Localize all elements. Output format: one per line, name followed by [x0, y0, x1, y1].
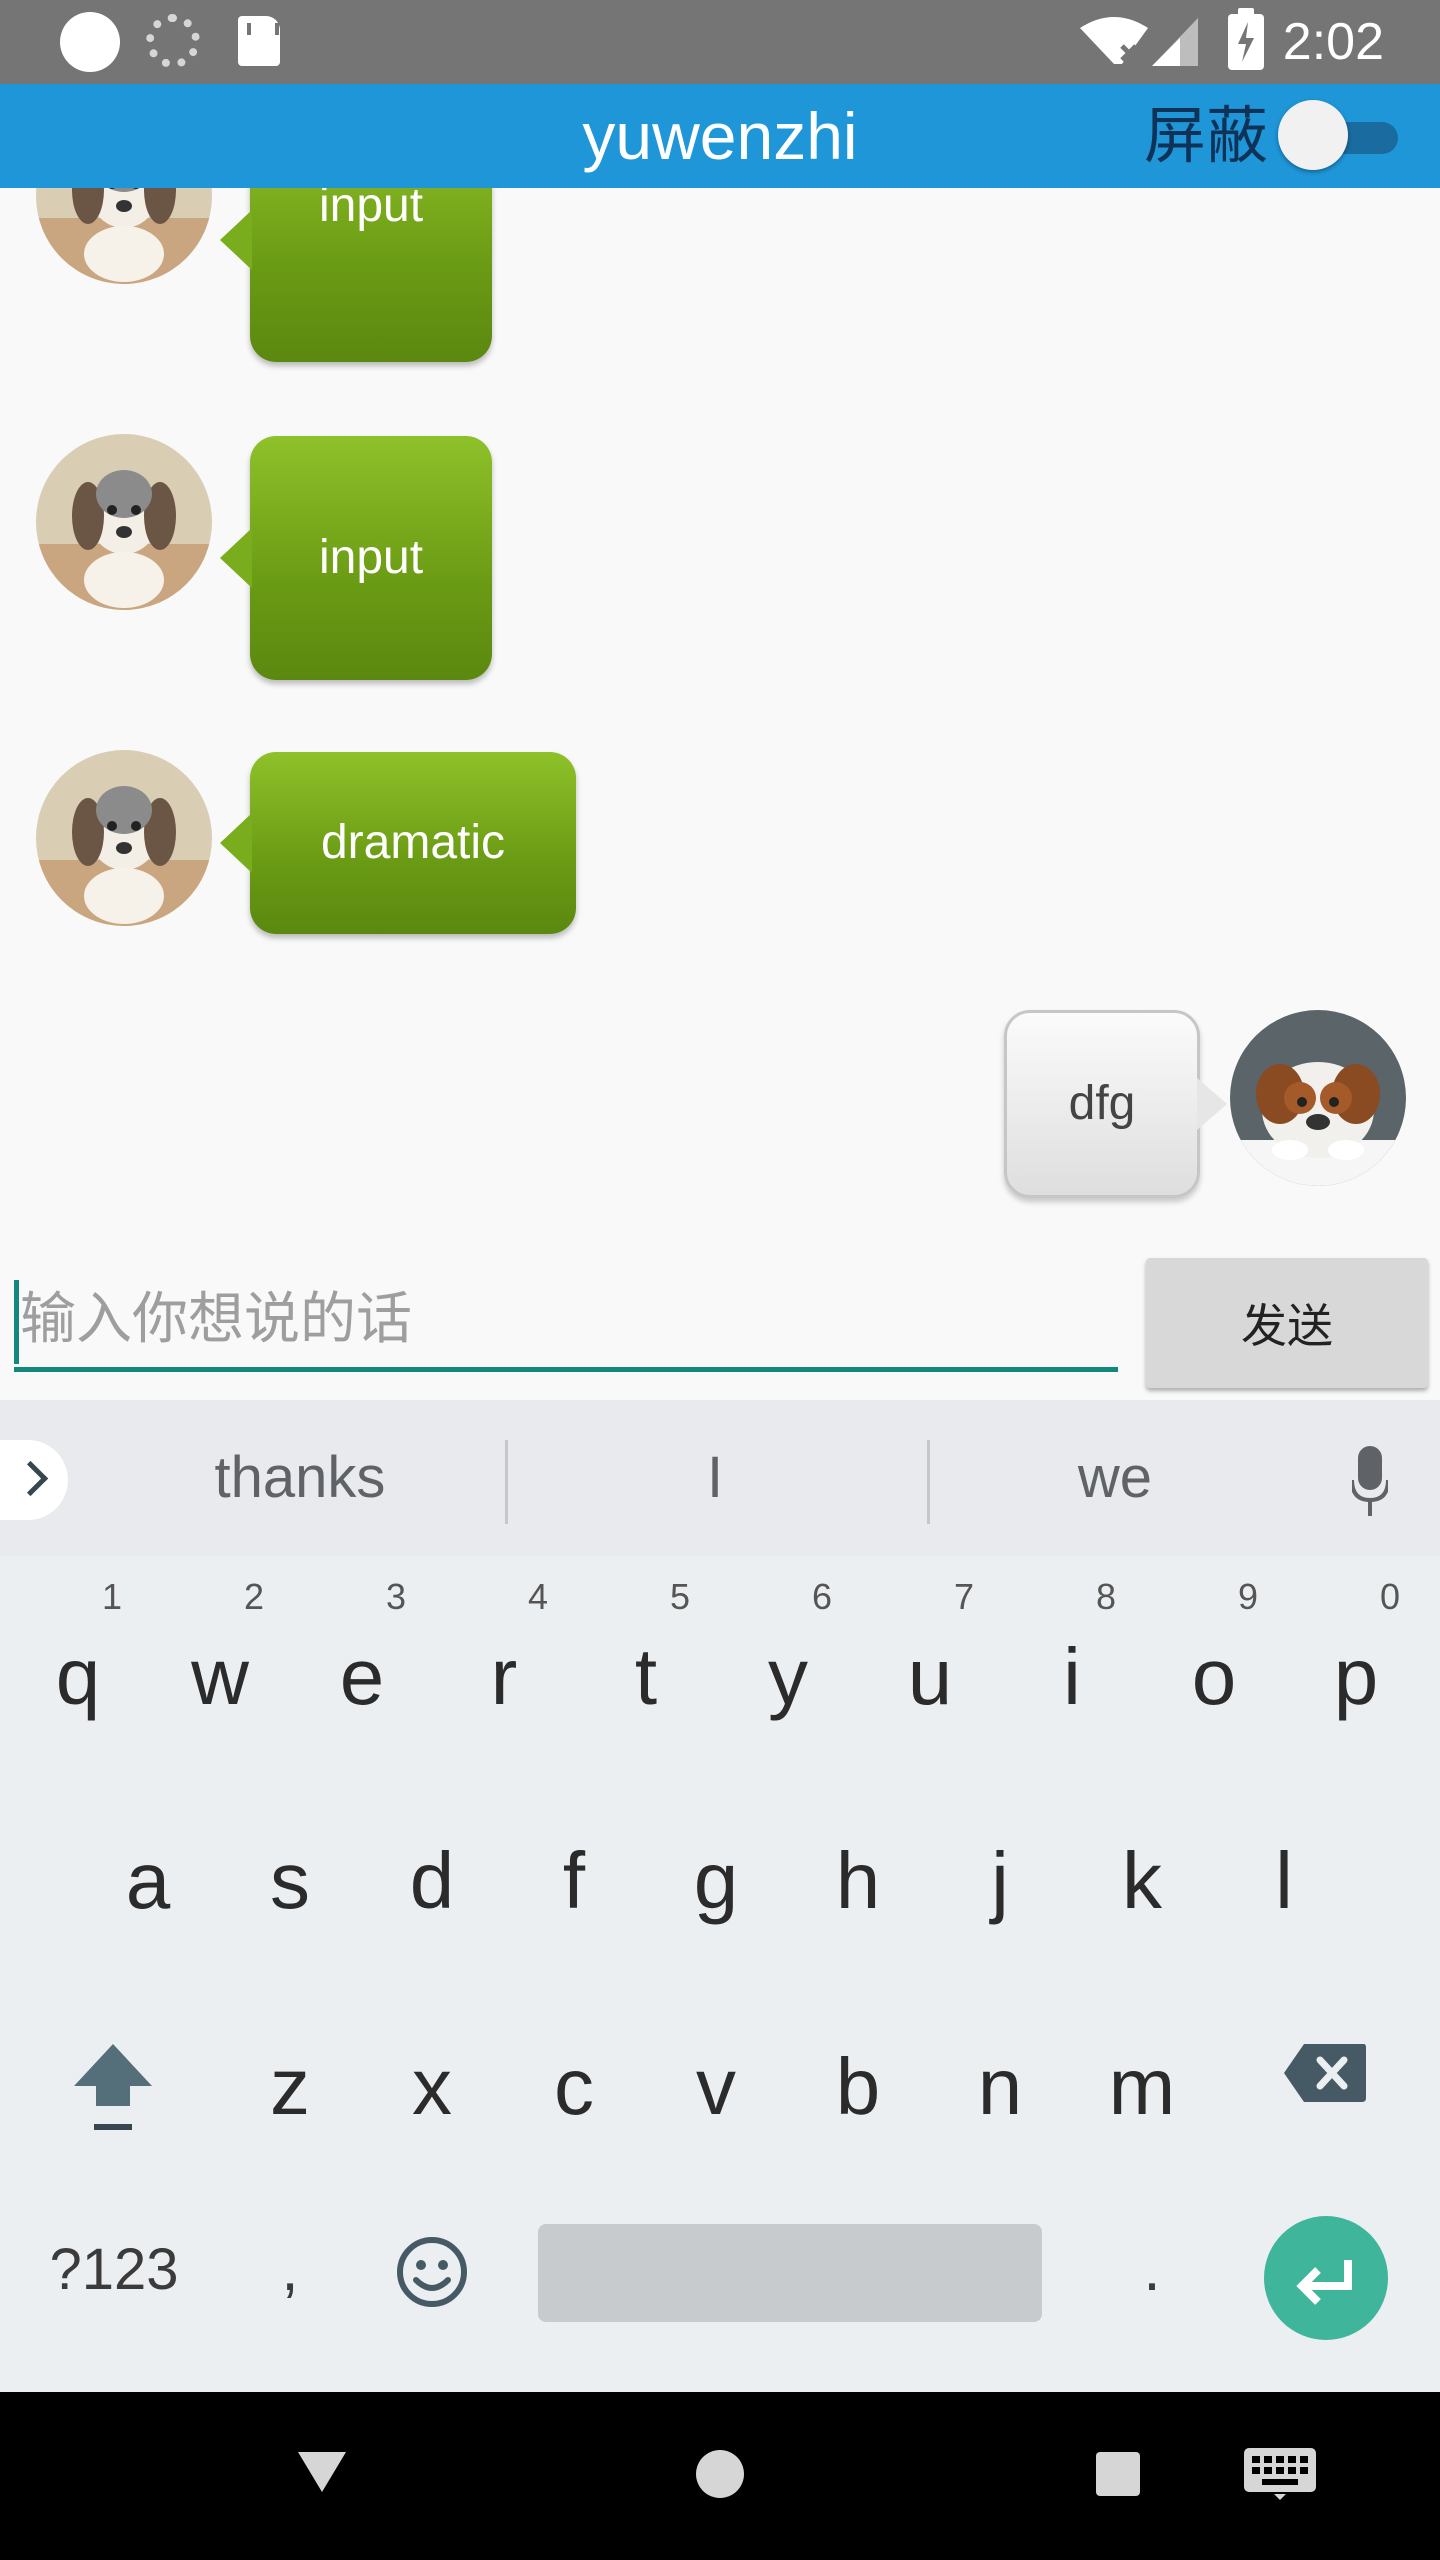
key-u[interactable]: 7u	[860, 1572, 1000, 1772]
key-v[interactable]: v	[646, 1982, 786, 2182]
key-r[interactable]: 4r	[434, 1572, 574, 1772]
key-l[interactable]: l	[1214, 1776, 1354, 1976]
key-i[interactable]: 8i	[1002, 1572, 1142, 1772]
message-bubble-outgoing[interactable]: dfg	[1004, 1010, 1227, 1198]
symbols-key[interactable]: ?123	[24, 2220, 204, 2320]
status-bar: 2:02	[0, 0, 1440, 84]
sd-card-icon	[238, 16, 280, 66]
send-button[interactable]: 发送	[1146, 1258, 1428, 1388]
message-composer: 发送	[0, 1252, 1440, 1400]
key-z[interactable]: z	[220, 1982, 360, 2182]
message-text: input	[318, 531, 424, 584]
key-f[interactable]: f	[504, 1776, 644, 1976]
chat-message-list[interactable]: input input dramatic dfg	[0, 188, 1440, 1252]
key-g[interactable]: g	[646, 1776, 786, 1976]
system-nav-bar	[0, 2392, 1440, 2560]
recents-icon[interactable]	[1096, 2452, 1140, 2496]
app-bar: yuwenzhi 屏蔽	[0, 84, 1440, 188]
key-h[interactable]: h	[788, 1776, 928, 1976]
block-label: 屏蔽	[1143, 99, 1268, 172]
soft-keyboard: thanks I we 1q 2w 3e 4r 5t 6y 7u 8i 9o 0…	[0, 1400, 1440, 2392]
notification-dot-icon	[60, 12, 120, 72]
keyboard-switch-icon[interactable]	[1244, 2448, 1316, 2500]
signal-icon	[1152, 18, 1198, 66]
battery-charging-icon	[1228, 8, 1264, 70]
key-j[interactable]: j	[930, 1776, 1070, 1976]
comma-key[interactable]: ,	[250, 2220, 330, 2320]
key-q[interactable]: 1q	[8, 1572, 148, 1772]
text-cursor	[14, 1280, 19, 1364]
message-input[interactable]	[14, 1272, 1118, 1372]
key-a[interactable]: a	[78, 1776, 218, 1976]
key-s[interactable]: s	[220, 1776, 360, 1976]
suggestion-item[interactable]: I	[515, 1400, 915, 1556]
expand-suggestions-icon[interactable]	[0, 1440, 68, 1520]
key-p[interactable]: 0p	[1286, 1572, 1426, 1772]
key-m[interactable]: m	[1072, 1982, 1212, 2182]
block-toggle-switch[interactable]	[1278, 100, 1402, 170]
suggestion-item[interactable]: thanks	[100, 1400, 500, 1556]
enter-key[interactable]	[1264, 2216, 1388, 2340]
key-x[interactable]: x	[362, 1982, 502, 2182]
home-icon[interactable]	[696, 2450, 744, 2498]
message-bubble-incoming[interactable]: input	[220, 188, 492, 362]
period-key[interactable]: .	[1112, 2220, 1192, 2320]
emoji-icon[interactable]	[396, 2236, 468, 2308]
bulldog-puppy-avatar[interactable]	[1230, 1010, 1406, 1186]
message-text: dramatic	[320, 816, 506, 869]
key-b[interactable]: b	[788, 1982, 928, 2182]
beagle-puppy-avatar[interactable]	[36, 188, 212, 284]
microphone-icon[interactable]	[1352, 1446, 1388, 1516]
key-y[interactable]: 6y	[718, 1572, 858, 1772]
loading-ring-icon	[146, 14, 200, 68]
key-e[interactable]: 3e	[292, 1572, 432, 1772]
key-n[interactable]: n	[930, 1982, 1070, 2182]
message-bubble-incoming[interactable]: dramatic	[220, 752, 576, 934]
key-w[interactable]: 2w	[150, 1572, 290, 1772]
backspace-icon[interactable]	[1282, 2042, 1368, 2104]
suggestion-divider	[505, 1440, 508, 1524]
enter-icon	[1296, 2260, 1352, 2305]
back-icon[interactable]	[296, 2450, 348, 2494]
suggestion-strip: thanks I we	[0, 1400, 1440, 1556]
key-o[interactable]: 9o	[1144, 1572, 1284, 1772]
key-t[interactable]: 5t	[576, 1572, 716, 1772]
status-time: 2:02	[1282, 13, 1384, 71]
wifi-off-icon	[1080, 17, 1148, 64]
message-bubble-incoming[interactable]: input	[220, 436, 492, 680]
key-d[interactable]: d	[362, 1776, 502, 1976]
key-k[interactable]: k	[1072, 1776, 1212, 1976]
beagle-puppy-avatar[interactable]	[36, 750, 212, 926]
space-bar[interactable]	[538, 2224, 1042, 2322]
suggestion-item[interactable]: we	[915, 1400, 1315, 1556]
message-text: input	[318, 188, 424, 232]
key-c[interactable]: c	[504, 1982, 644, 2182]
switch-thumb	[1278, 100, 1348, 170]
beagle-puppy-avatar[interactable]	[36, 434, 212, 610]
shift-icon[interactable]	[70, 2036, 156, 2136]
message-text: dfg	[1068, 1077, 1136, 1130]
